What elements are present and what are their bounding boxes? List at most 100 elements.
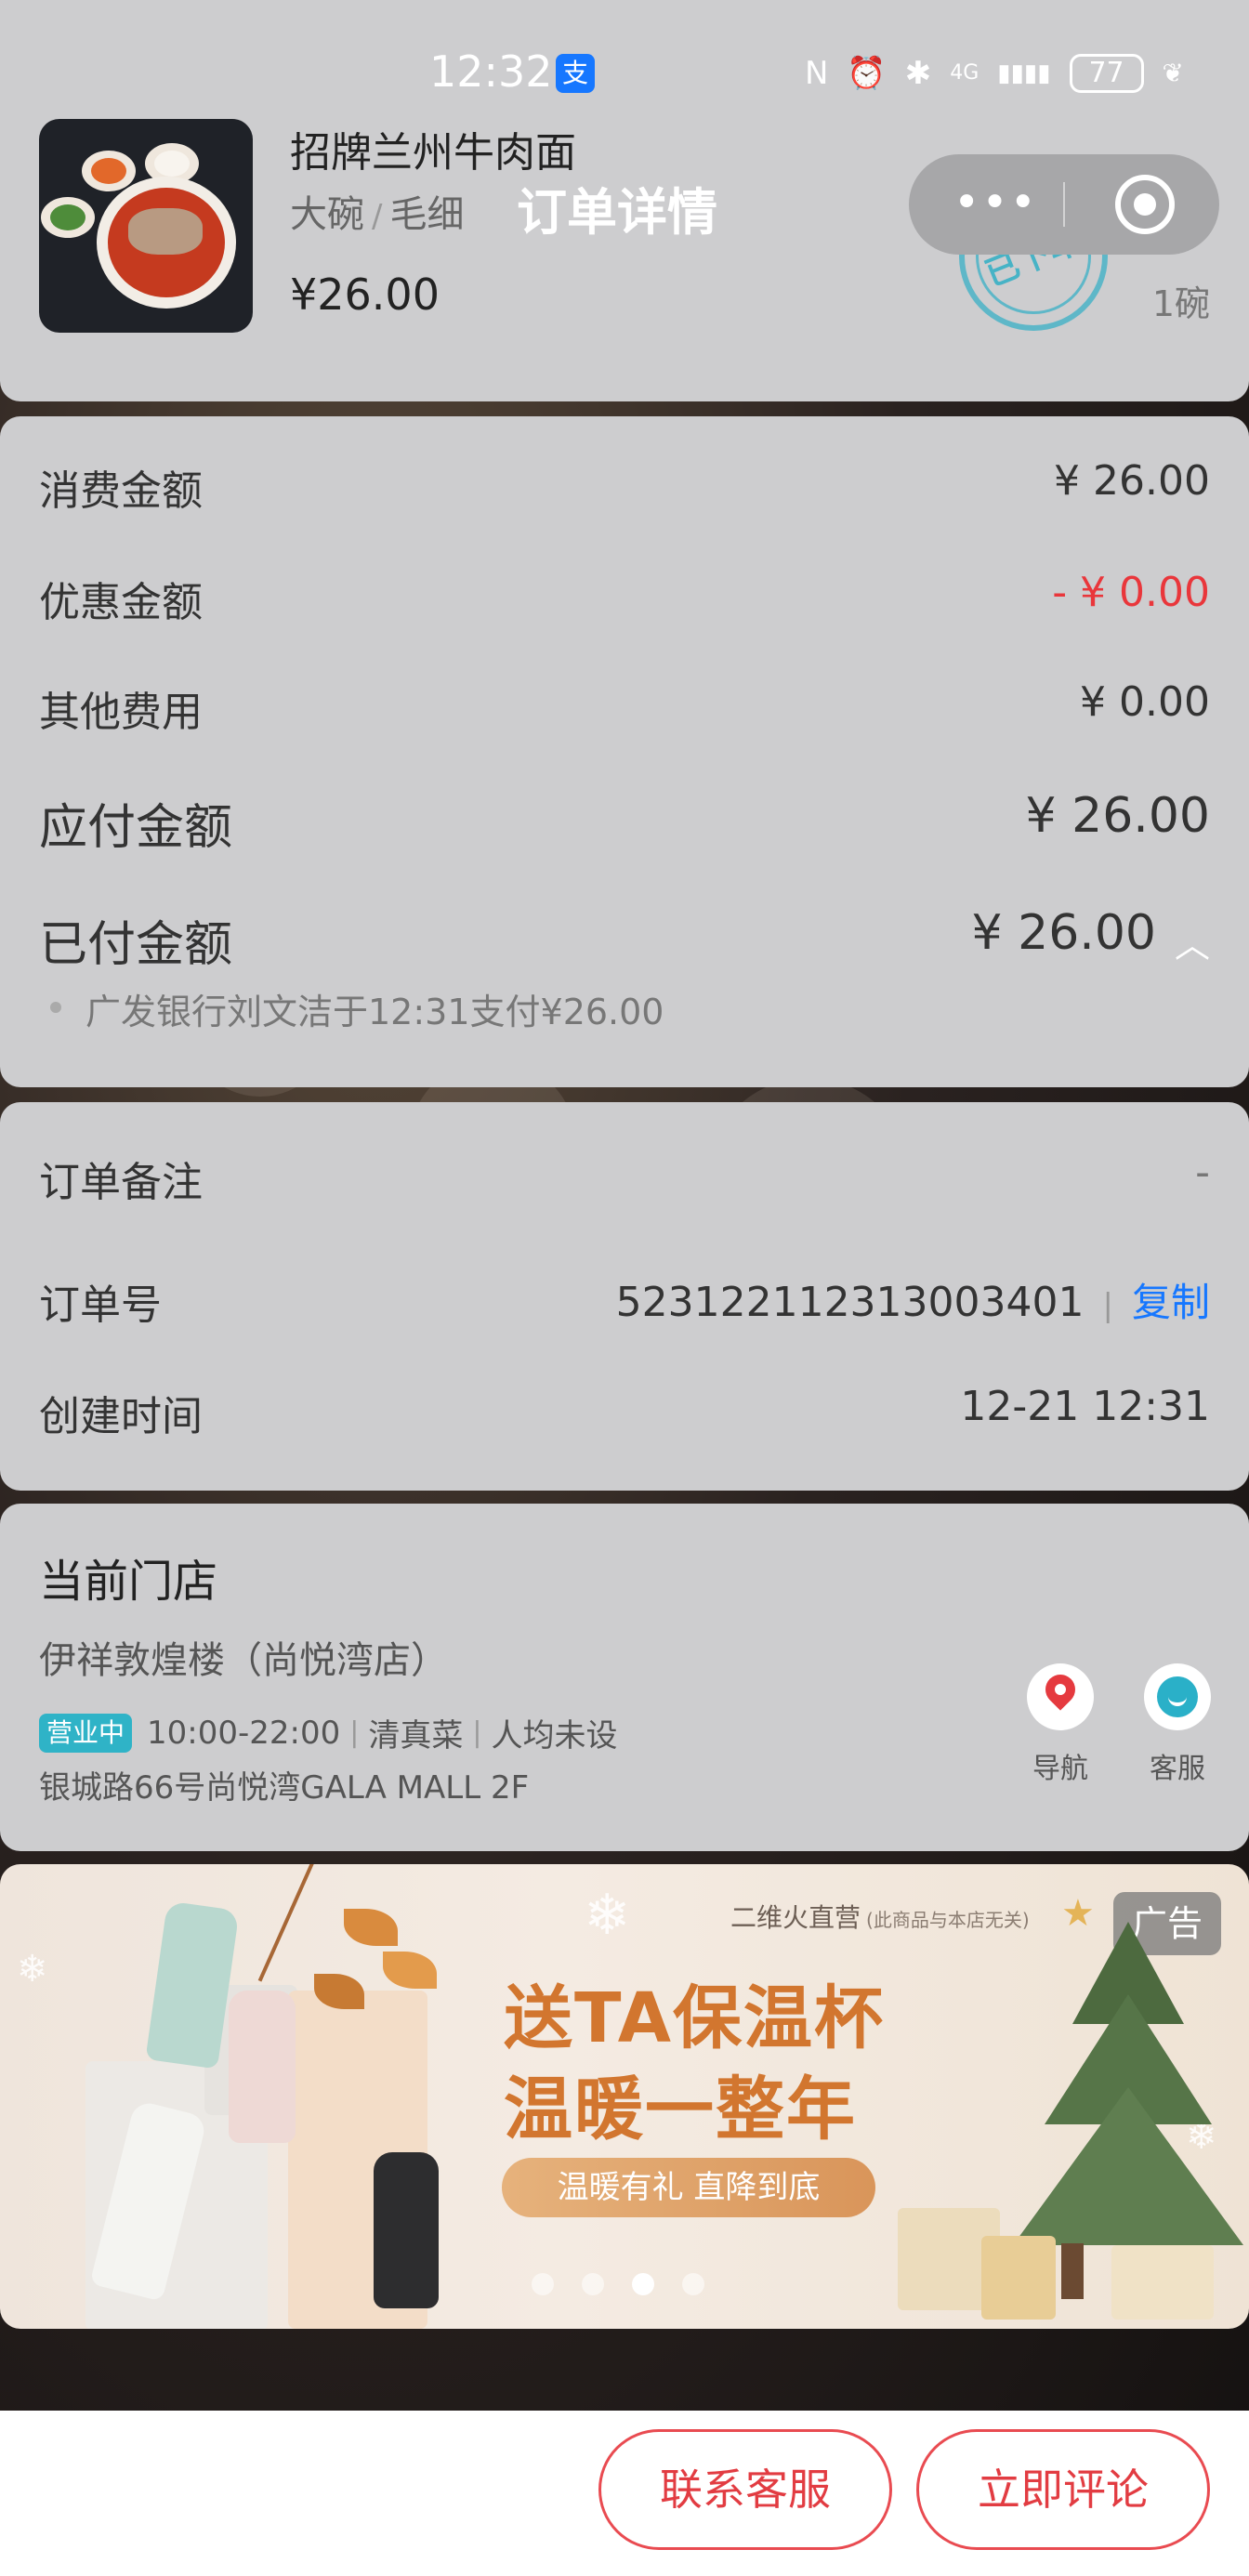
product-image[interactable] <box>39 119 253 333</box>
order-number-row: 订单号 523122112313003401 | 复制 <box>39 1271 1210 1329</box>
store-service-button[interactable]: 客服 <box>1126 1663 1229 1786</box>
ad-banner[interactable]: ❄ ❄ ❄ 二维火直营 (此商品与本店无关) 广告 送TA保温杯 温暖一整年 温暖… <box>0 1864 1249 2329</box>
discount-row: 优惠金额 - ¥ 0.00 <box>39 569 1210 626</box>
capsule-divider <box>1063 182 1065 227</box>
consume-value: ¥ 26.00 <box>1054 457 1210 505</box>
service-circle <box>1144 1663 1211 1730</box>
navigate-button[interactable]: 导航 <box>1009 1663 1111 1786</box>
store-name[interactable]: 伊祥敦煌楼（尚悦湾店） <box>39 1630 448 1684</box>
store-hours: 10:00-22:00 <box>147 1714 341 1752</box>
contact-service-button[interactable]: 联系客服 <box>598 2429 892 2550</box>
ad-source-note: (此商品与本店无关) <box>866 1909 1030 1931</box>
consume-row: 消费金额 ¥ 26.00 <box>39 457 1210 515</box>
battery-icon: 77 <box>1069 54 1144 93</box>
service-label: 客服 <box>1150 1753 1205 1785</box>
remark-label: 订单备注 <box>39 1159 203 1206</box>
carousel-dot[interactable] <box>682 2273 704 2295</box>
status-icons: N ⏰ ✱ 4G ▮▮▮▮ 77 ❦ <box>805 52 1184 95</box>
snowflake-icon: ❄ <box>584 1883 631 1948</box>
bottom-action-bar: 联系客服 立即评论 <box>0 2411 1249 2576</box>
ad-source: 二维火直营 (此商品与本店无关) <box>730 1898 1030 1935</box>
payment-note-text: 广发银行刘文洁于12:31支付¥26.00 <box>85 992 664 1032</box>
side-dish <box>82 151 136 191</box>
payable-row: 应付金额 ¥ 26.00 <box>39 788 1210 856</box>
carousel-dot-active[interactable] <box>632 2273 654 2295</box>
other-fee-row: 其他费用 ¥ 0.00 <box>39 678 1210 736</box>
status-bar: 12:32 支 N ⏰ ✱ 4G ▮▮▮▮ 77 ❦ <box>0 41 1249 106</box>
ad-headline-2: 温暖一整年 <box>504 2070 857 2149</box>
paid-label: 已付金额 <box>39 917 233 973</box>
beef-slices <box>128 208 203 255</box>
created-time-row: 创建时间 12-21 12:31 <box>39 1383 1210 1440</box>
close-miniapp-icon[interactable] <box>1115 175 1175 234</box>
order-info-card: 订单备注 - 订单号 523122112313003401 | 复制 创建时间 12… <box>0 1102 1249 1491</box>
store-address: 银城路66号尚悦湾GALA MALL 2F <box>39 1769 530 1807</box>
store-cuisine: 清真菜 <box>368 1717 464 1755</box>
status-time: 12:32 <box>429 46 553 97</box>
paid-row[interactable]: 已付金额 ¥ 26.00 ︿ <box>39 905 1210 973</box>
network-type: 4G <box>950 61 979 85</box>
gift-box <box>1111 2245 1214 2320</box>
thermos-cup-pink <box>229 1991 296 2143</box>
other-fee-value: ¥ 0.00 <box>1080 678 1210 726</box>
spec-size: 大碗 <box>290 193 364 236</box>
order-number-value: 523122112313003401 <box>615 1279 1085 1326</box>
product-spec: 大碗 / 毛细 <box>290 184 464 238</box>
snowflake-icon: ❄ <box>17 1948 48 1991</box>
paid-value: ¥ 26.00 <box>971 905 1156 961</box>
copy-separator: | <box>1102 1287 1113 1324</box>
payable-label: 应付金额 <box>39 800 233 856</box>
collapse-chevron-icon[interactable]: ︿ <box>1175 916 1210 967</box>
ad-cta-button[interactable]: 温暖有礼 直降到底 <box>502 2158 875 2217</box>
product-name: 招牌兰州牛肉面 <box>290 129 576 177</box>
star-icon: ★ <box>1061 1892 1095 1935</box>
alarm-icon: ⏰ <box>847 55 887 92</box>
info-separator: | <box>472 1716 482 1749</box>
page-title: 订单详情 <box>517 183 717 242</box>
leaf-icon: ❦ <box>1162 58 1184 88</box>
side-dish <box>41 197 95 238</box>
store-average-price: 人均未设 <box>491 1717 618 1755</box>
other-fee-label: 其他费用 <box>39 689 203 736</box>
payment-note: 广发银行刘文洁于12:31支付¥26.00 <box>50 983 664 1034</box>
consume-label: 消费金额 <box>39 467 203 515</box>
gift-box <box>981 2236 1056 2320</box>
location-pin-icon <box>1039 1668 1082 1711</box>
nfc-icon: N <box>804 55 829 92</box>
info-separator: | <box>349 1716 360 1749</box>
created-time-label: 创建时间 <box>39 1393 203 1440</box>
carousel-dot[interactable] <box>582 2273 604 2295</box>
discount-value: - ¥ 0.00 <box>1052 569 1210 616</box>
store-card: 当前门店 伊祥敦煌楼（尚悦湾店） 营业中 10:00-22:00 | 清真菜 |… <box>0 1504 1249 1851</box>
alipay-icon: 支 <box>556 54 595 93</box>
carousel-indicator <box>532 2273 704 2295</box>
customer-service-icon <box>1157 1676 1198 1717</box>
product-quantity: 1碗 <box>1151 283 1210 324</box>
more-icon[interactable]: ••• <box>953 177 1038 229</box>
miniapp-capsule: ••• <box>909 154 1219 255</box>
spec-noodle: 毛细 <box>389 193 465 236</box>
remark-value: - <box>1195 1149 1210 1196</box>
tree-trunk <box>1061 2243 1084 2299</box>
ad-source-name: 二维火直营 <box>730 1902 861 1933</box>
ad-headline-1: 送TA保温杯 <box>504 1978 886 2058</box>
remark-row: 订单备注 - <box>39 1149 1210 1206</box>
signal-icon: ▮▮▮▮ <box>997 59 1051 87</box>
navigate-circle <box>1027 1663 1094 1730</box>
store-info: 营业中 10:00-22:00 | 清真菜 | 人均未设 <box>39 1710 617 1755</box>
open-status-badge: 营业中 <box>39 1713 133 1753</box>
created-time-value: 12-21 12:31 <box>960 1383 1210 1430</box>
bluetooth-icon: ✱ <box>904 55 932 92</box>
spec-separator: / <box>372 198 383 235</box>
discount-label: 优惠金额 <box>39 579 203 626</box>
copy-button[interactable]: 复制 <box>1132 1280 1210 1325</box>
navigate-label: 导航 <box>1032 1753 1088 1785</box>
order-number-group: 523122112313003401 | 复制 <box>616 1271 1210 1328</box>
payable-value: ¥ 26.00 <box>1025 788 1210 844</box>
order-number-label: 订单号 <box>39 1281 162 1329</box>
store-section-title: 当前门店 <box>39 1556 218 1608</box>
review-now-button[interactable]: 立即评论 <box>916 2429 1210 2550</box>
thermos-cup-black <box>374 2152 439 2308</box>
carousel-dot[interactable] <box>532 2273 554 2295</box>
product-price: ¥26.00 <box>290 269 440 320</box>
